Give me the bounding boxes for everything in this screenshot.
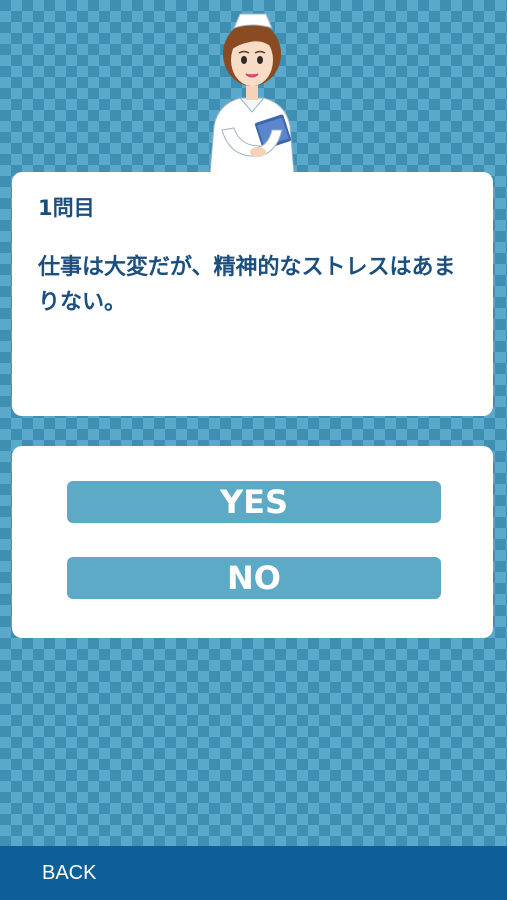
footer-bar: BACK	[0, 846, 507, 900]
back-button[interactable]: BACK	[42, 862, 96, 885]
question-number: 1問目	[38, 196, 95, 220]
no-button[interactable]: NO	[67, 557, 441, 599]
answer-card: YES NO	[12, 446, 493, 638]
nurse-character-image	[209, 13, 295, 174]
question-text: 仕事は大変だが、精神的なストレスはあまりない。	[38, 255, 456, 315]
question-card: 1問目 仕事は大変だが、精神的なストレスはあまりない。	[12, 172, 493, 416]
yes-button[interactable]: YES	[67, 481, 441, 523]
